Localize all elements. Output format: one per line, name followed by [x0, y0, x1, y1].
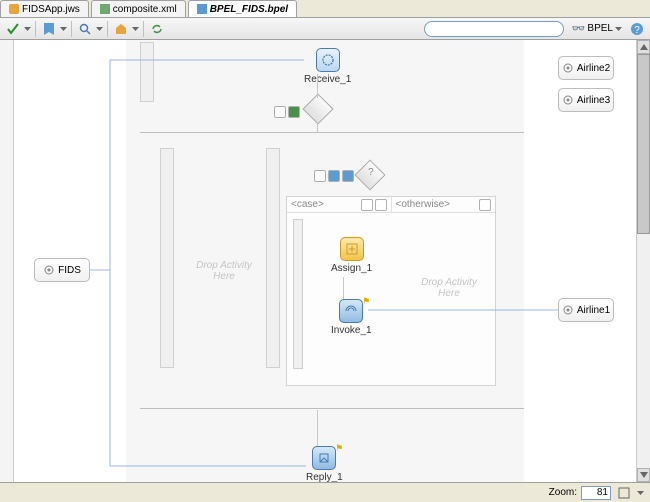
case-label: <case>: [291, 199, 324, 210]
tab-fidsapp[interactable]: FIDSApp.jws: [0, 0, 89, 17]
chevron-down-icon[interactable]: [60, 27, 67, 31]
activity-label: Assign_1: [331, 263, 372, 274]
switch-toolbar: [314, 170, 354, 182]
diagram-viewport: FIDS Airline2 Airline3 Airline1 Receive_…: [0, 40, 636, 482]
vertical-scrollbar[interactable]: [636, 40, 650, 482]
warning-flag-icon: ⚑: [335, 443, 343, 454]
chevron-down-icon[interactable]: [96, 27, 103, 31]
help-button[interactable]: ?: [628, 20, 646, 38]
receive-icon: [316, 48, 340, 72]
reply-activity[interactable]: ⚑ Reply_1: [306, 446, 343, 482]
scope-gateway[interactable]: [307, 98, 329, 120]
warning-flag-icon: ⚑: [362, 296, 370, 307]
separator: [35, 21, 36, 37]
diagram-canvas[interactable]: FIDS Airline2 Airline3 Airline1 Receive_…: [14, 40, 636, 482]
zoom-fit-button[interactable]: [615, 484, 633, 502]
partner-link-airline3[interactable]: Airline3: [558, 88, 614, 112]
sequence-lane[interactable]: [266, 148, 280, 368]
tool-icon[interactable]: [328, 170, 340, 182]
gear-icon: [43, 264, 55, 276]
reply-icon: ⚑: [312, 446, 336, 470]
scroll-down-button[interactable]: [637, 468, 650, 482]
zoom-input[interactable]: [581, 486, 611, 500]
activity-label: Invoke_1: [331, 325, 372, 336]
svg-text:?: ?: [634, 25, 640, 36]
zoom-label: Zoom:: [549, 487, 577, 498]
gear-icon: [562, 62, 574, 74]
tab-label: BPEL_FIDS.bpel: [210, 4, 288, 15]
mode-label: BPEL: [587, 23, 613, 34]
activity-label: Reply_1: [306, 472, 343, 482]
partner-link-airline2[interactable]: Airline2: [558, 56, 614, 80]
status-bar: Zoom:: [0, 482, 650, 502]
switch-container: <case> <otherwise> Assign_1: [286, 196, 496, 386]
jws-icon: [9, 4, 19, 14]
gear-icon: [562, 304, 574, 316]
partner-label: Airline2: [577, 63, 610, 74]
find-button[interactable]: [76, 20, 94, 38]
case-branch-header[interactable]: <case>: [287, 197, 392, 213]
partner-link-airline1[interactable]: Airline1: [558, 298, 614, 322]
separator-line: [140, 408, 524, 409]
validate-button[interactable]: [4, 20, 22, 38]
separator: [107, 21, 108, 37]
partner-label: Airline1: [577, 305, 610, 316]
gear-icon: [562, 94, 574, 106]
tab-bpel-fids[interactable]: BPEL_FIDS.bpel: [188, 0, 297, 17]
chevron-down-icon[interactable]: [132, 27, 139, 31]
xml-icon: [100, 4, 110, 14]
activity-label: Receive_1: [304, 74, 351, 85]
expand-icon[interactable]: [479, 199, 491, 211]
otherwise-branch-header[interactable]: <otherwise>: [392, 197, 496, 213]
partner-label: Airline3: [577, 95, 610, 106]
bookmark-button[interactable]: [40, 20, 58, 38]
drop-zone[interactable]: Drop Activity Here: [409, 277, 489, 299]
separator: [143, 21, 144, 37]
otherwise-label: <otherwise>: [396, 199, 450, 210]
scroll-up-button[interactable]: [637, 40, 650, 54]
scroll-track[interactable]: [637, 54, 650, 468]
edit-icon[interactable]: [361, 199, 373, 211]
editor-tab-bar: FIDSApp.jws composite.xml BPEL_FIDS.bpel: [0, 0, 650, 18]
invoke-icon: ⚑: [339, 299, 363, 323]
editor-toolbar: 👓 BPEL ?: [0, 18, 650, 40]
assign-activity[interactable]: Assign_1: [331, 237, 372, 274]
partner-link-fids[interactable]: FIDS: [34, 258, 90, 282]
bpel-icon: [197, 4, 207, 14]
invoke-activity[interactable]: ⚑ Invoke_1: [331, 299, 372, 336]
tab-label: FIDSApp.jws: [22, 4, 80, 15]
sequence-lane[interactable]: [293, 219, 303, 369]
flow-line: [317, 122, 318, 132]
tool-icon[interactable]: [314, 170, 326, 182]
chevron-down-icon[interactable]: [637, 491, 644, 495]
partner-label: FIDS: [58, 265, 81, 276]
switch-gateway[interactable]: ?: [359, 164, 381, 186]
gateway-toolbar: [274, 106, 300, 118]
refresh-button[interactable]: [148, 20, 166, 38]
chevron-down-icon[interactable]: [24, 27, 31, 31]
tool-icon[interactable]: [274, 106, 286, 118]
separator-line: [140, 132, 524, 133]
tool-icon[interactable]: [342, 170, 354, 182]
lane-collapse-handle[interactable]: [140, 42, 154, 102]
tab-label: composite.xml: [113, 4, 177, 15]
home-button[interactable]: [112, 20, 130, 38]
chevron-down-icon[interactable]: [615, 27, 622, 31]
separator: [71, 21, 72, 37]
flow-line: [317, 410, 318, 446]
flow-line: [343, 277, 344, 299]
glasses-icon: 👓: [572, 22, 586, 35]
drop-zone[interactable]: Drop Activity Here: [184, 260, 264, 282]
expand-icon[interactable]: [375, 199, 387, 211]
assign-icon: [340, 237, 364, 261]
flow-line: [317, 74, 318, 98]
tool-icon[interactable]: [288, 106, 300, 118]
search-input[interactable]: [424, 21, 564, 37]
tab-composite[interactable]: composite.xml: [91, 0, 186, 17]
component-palette[interactable]: [0, 40, 14, 482]
scroll-thumb[interactable]: [637, 54, 650, 234]
sequence-lane[interactable]: [160, 148, 174, 368]
receive-activity[interactable]: Receive_1: [304, 48, 351, 85]
